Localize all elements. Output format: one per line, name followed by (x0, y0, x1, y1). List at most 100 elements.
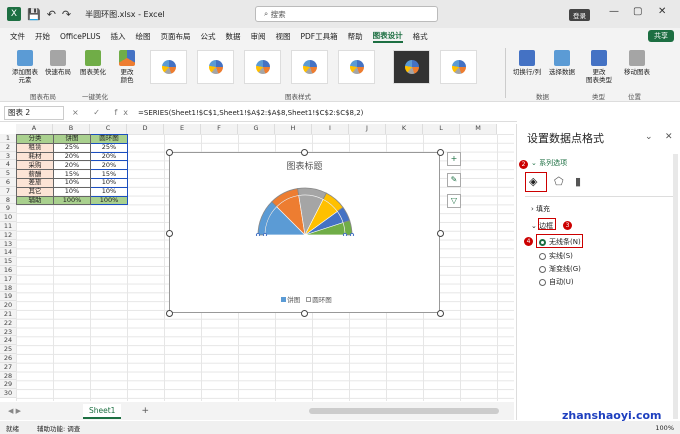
horizontal-scrollbar[interactable] (309, 408, 500, 414)
row-header-12[interactable]: 12 (0, 230, 16, 240)
menu-item-5[interactable]: 页面布局 (160, 31, 190, 42)
move-chart-button[interactable]: 移动图表 (620, 50, 654, 76)
menu-item-6[interactable]: 公式 (200, 31, 215, 42)
column-header-A[interactable]: A (16, 124, 53, 134)
row-header-29[interactable]: 29 (0, 380, 16, 390)
resize-handle-tl[interactable] (166, 149, 173, 156)
table-cell[interactable]: 100% (90, 195, 128, 206)
table-cell[interactable]: 25% (90, 142, 128, 153)
menu-item-13[interactable]: 格式 (413, 31, 428, 42)
resize-handle-tr[interactable] (437, 149, 444, 156)
change-chart-type-button[interactable]: 更改 图表类型 (584, 50, 614, 84)
resize-handle-t[interactable] (301, 149, 308, 156)
table-cell[interactable]: 20% (90, 151, 128, 162)
table-cell[interactable]: 20% (53, 160, 91, 171)
table-cell[interactable]: 10% (53, 177, 91, 188)
formula-icons[interactable]: × ✓ fx (72, 108, 134, 117)
column-header-L[interactable]: L (423, 124, 460, 134)
row-header-18[interactable]: 18 (0, 283, 16, 293)
search-box[interactable]: ⌕ 搜索 (255, 6, 438, 22)
name-box[interactable]: 图表 2 (4, 105, 64, 120)
column-header-H[interactable]: H (275, 124, 312, 134)
row-header-9[interactable]: 9 (0, 204, 16, 214)
series-options-tab[interactable]: ⌄ 系列选项 (531, 158, 567, 168)
row-header-15[interactable]: 15 (0, 257, 16, 266)
row-header-10[interactable]: 10 (0, 213, 16, 222)
column-header-C[interactable]: C (90, 124, 127, 134)
close-icon[interactable]: ✕ (658, 6, 666, 17)
table-cell[interactable]: 15% (53, 169, 91, 179)
fill-section[interactable]: › 填充 (531, 204, 550, 214)
select-data-button[interactable]: 选择数据 (546, 50, 578, 76)
menu-item-9[interactable]: 视图 (275, 31, 290, 42)
table-cell[interactable]: 耗材 (16, 151, 54, 162)
column-header-F[interactable]: F (201, 124, 238, 134)
menu-item-10[interactable]: PDF工具箱 (300, 31, 337, 42)
resize-handle-br[interactable] (437, 310, 444, 317)
table-cell[interactable]: 辅助 (16, 195, 54, 206)
chart-beautify-button[interactable]: 图表美化 (78, 50, 108, 76)
fill-line-icon[interactable]: ◈ (529, 175, 537, 188)
chart-area[interactable]: 图表标题 饼图 圆环图 (169, 152, 440, 313)
chart-style-6[interactable] (393, 50, 430, 84)
menu-item-0[interactable]: 文件 (10, 31, 25, 42)
menu-item-12[interactable]: 图表设计 (372, 30, 403, 43)
row-header-27[interactable]: 27 (0, 362, 16, 372)
row-header-11[interactable]: 11 (0, 221, 16, 231)
data-table[interactable]: 分类 饼图 圆环图 租赁 25% 25% 耗材 20% 20% 采购 20% 20% 薪酬 15% 15% 差… (16, 134, 128, 206)
row-header-1[interactable]: 1 (0, 134, 16, 143)
table-cell[interactable]: 15% (90, 169, 128, 179)
chart-style-4[interactable] (291, 50, 328, 84)
row-header-6[interactable]: 6 (0, 177, 16, 187)
row-header-21[interactable]: 21 (0, 309, 16, 319)
chart-plot[interactable] (170, 153, 441, 314)
row-header-25[interactable]: 25 (0, 345, 16, 354)
radio-gradient-line[interactable]: 渐变线(G) (539, 264, 581, 274)
table-cell[interactable]: 采购 (16, 160, 54, 171)
row-header-5[interactable]: 5 (0, 169, 16, 178)
table-cell[interactable]: 差旅 (16, 177, 54, 188)
chart-filter-icon[interactable]: ▽ (447, 194, 461, 208)
menu-item-3[interactable]: 插入 (110, 31, 125, 42)
table-cell[interactable]: 20% (53, 151, 91, 162)
worksheet[interactable]: ABCDEFGHIJKLM 1 2 3 4 5 6 7 8 9 10 11 12 13 14 15 16 17 1… (0, 124, 514, 401)
table-header[interactable]: 圆环图 (90, 134, 128, 144)
table-cell[interactable]: 20% (90, 160, 128, 171)
column-header-I[interactable]: I (312, 124, 349, 134)
row-header-26[interactable]: 26 (0, 353, 16, 363)
save-icon[interactable]: 💾 (27, 8, 41, 21)
column-header-E[interactable]: E (164, 124, 201, 134)
menu-item-11[interactable]: 帮助 (348, 31, 363, 42)
resize-handle-b[interactable] (301, 310, 308, 317)
tab-scroll-arrows-icon[interactable]: ◀ ▶ (8, 407, 21, 415)
row-header-28[interactable]: 28 (0, 371, 16, 381)
row-header-13[interactable]: 13 (0, 239, 16, 249)
pane-options-icon[interactable]: ⌄ (645, 132, 653, 142)
table-cell[interactable]: 10% (90, 177, 128, 188)
row-header-7[interactable]: 7 (0, 186, 16, 196)
resize-handle-l[interactable] (166, 230, 173, 237)
series-options-icon[interactable]: ▮ (575, 175, 581, 188)
row-header-23[interactable]: 23 (0, 327, 16, 337)
chart-style-5[interactable] (338, 50, 375, 84)
column-header-M[interactable]: M (460, 124, 497, 134)
change-colors-button[interactable]: 更改 颜色 (114, 50, 140, 84)
table-cell[interactable]: 其它 (16, 186, 54, 197)
chart-elements-button[interactable]: + (447, 152, 461, 166)
maximize-icon[interactable]: ▢ (633, 6, 642, 17)
pane-close-icon[interactable]: ✕ (665, 132, 673, 142)
redo-icon[interactable]: ↷ (62, 8, 71, 21)
column-header-B[interactable]: B (53, 124, 90, 134)
row-header-24[interactable]: 24 (0, 336, 16, 346)
chart-styles-brush-icon[interactable]: ✎ (447, 173, 461, 187)
row-header-3[interactable]: 3 (0, 151, 16, 161)
chart-style-2[interactable] (197, 50, 234, 84)
row-header-14[interactable]: 14 (0, 248, 16, 258)
resize-handle-r[interactable] (437, 230, 444, 237)
share-button[interactable]: 共享 (648, 30, 674, 42)
chart-style-1[interactable] (150, 50, 187, 84)
column-header-J[interactable]: J (349, 124, 386, 134)
row-header-30[interactable]: 30 (0, 389, 16, 398)
menu-item-4[interactable]: 绘图 (135, 31, 150, 42)
add-chart-element-button[interactable]: 添加图表 元素 (10, 50, 40, 84)
